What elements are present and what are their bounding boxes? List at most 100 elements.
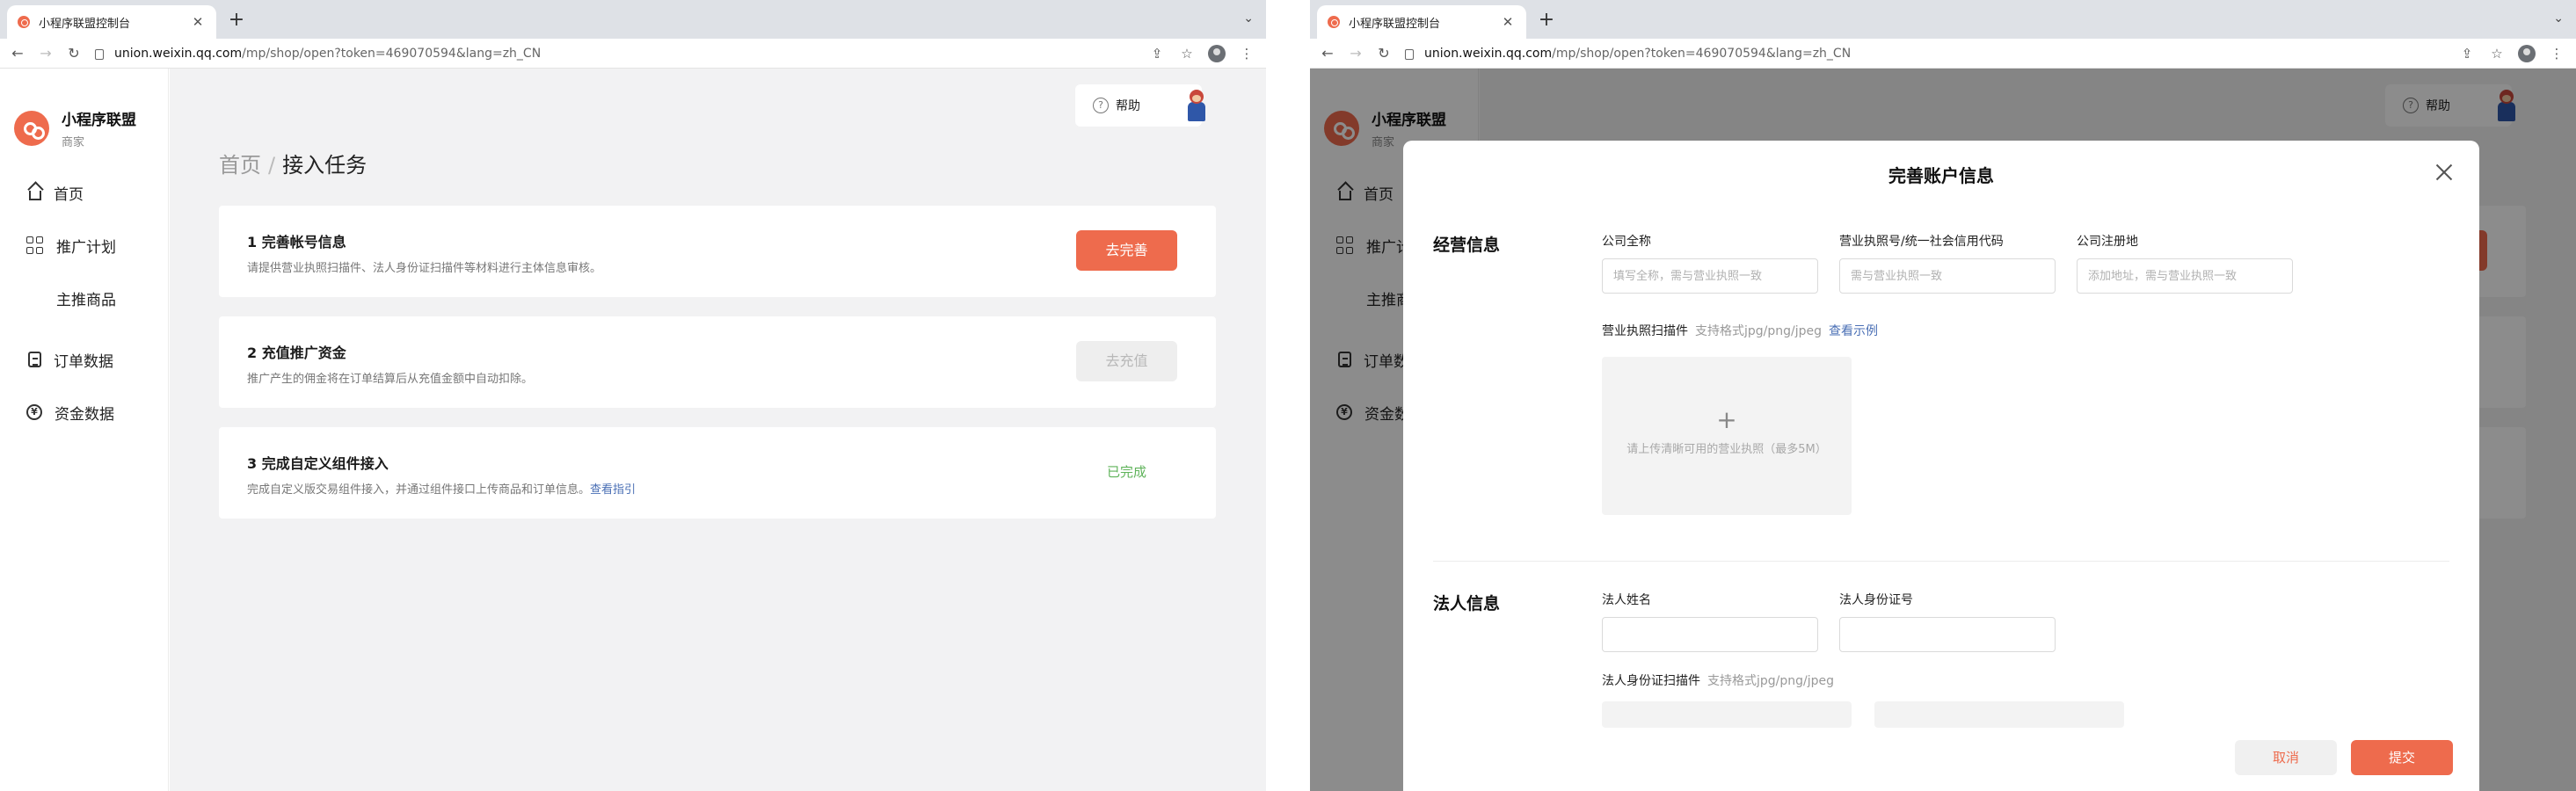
- url-host: union.weixin.qq.com: [114, 46, 243, 61]
- bookmark-star-icon[interactable]: ☆: [1178, 46, 1196, 62]
- back-icon[interactable]: ←: [7, 43, 28, 64]
- tab-search-icon[interactable]: ⌄: [2553, 11, 2564, 25]
- account-info-modal: 完善账户信息 经营信息 公司全称 营业执照号/统一社会信用代码 公司注册地 营业…: [1403, 141, 2479, 791]
- reload-icon[interactable]: ↻: [63, 43, 84, 64]
- breadcrumb-home[interactable]: 首页: [219, 153, 261, 178]
- license-number-label: 营业执照号/统一社会信用代码: [1839, 235, 2004, 249]
- legal-section-title: 法人信息: [1433, 594, 1501, 613]
- legal-id-field[interactable]: [1839, 617, 2056, 652]
- sidebar-item-orders[interactable]: 订单数据: [0, 346, 113, 373]
- breadcrumb-separator: /: [268, 153, 276, 178]
- sidebar-item-label: 订单数据: [54, 352, 113, 371]
- more-menu-icon[interactable]: ⋮: [1238, 46, 1255, 62]
- sidebar-item-promotion[interactable]: 推广计划: [0, 232, 116, 258]
- task-card: 1 完善帐号信息 请提供营业执照扫描件、法人身份证扫描件等材料进行主体信息审核。…: [219, 206, 1216, 297]
- new-tab-button[interactable]: +: [1535, 9, 1558, 32]
- business-section-title: 经营信息: [1433, 236, 1501, 255]
- task-title: 2 充值推广资金: [247, 345, 346, 361]
- complete-account-button[interactable]: 去完善: [1076, 230, 1177, 271]
- back-icon[interactable]: ←: [1317, 43, 1338, 64]
- reload-icon[interactable]: ↻: [1373, 43, 1394, 64]
- tab-close-icon[interactable]: ✕: [190, 14, 206, 30]
- tab-search-icon[interactable]: ⌄: [1243, 11, 1254, 25]
- sidebar-item-home[interactable]: 首页: [0, 179, 84, 206]
- task-description-text: 完成自定义版交易组件接入，并通过组件接口上传商品和订单信息。: [247, 483, 591, 497]
- sidebar-item-funds[interactable]: ¥ 资金数据: [0, 399, 114, 425]
- section-divider: [1433, 561, 2449, 562]
- sidebar-item-featured-products[interactable]: 主推商品: [0, 285, 116, 311]
- license-scan-label: 营业执照扫描件 支持格式jpg/png/jpeg 查看示例: [1602, 322, 1878, 339]
- browser-tab[interactable]: 小程序联盟控制台 ✕: [1317, 5, 1526, 39]
- task-description: 完成自定义版交易组件接入，并通过组件接口上传商品和订单信息。查看指引: [247, 480, 636, 497]
- address-bar: ← → ↻ union.weixin.qq.com/mp/shop/open?t…: [1310, 39, 2576, 69]
- task-description: 推广产生的佣金将在订单结算后从充值金额中自动扣除。: [247, 373, 534, 386]
- console-window-with-modal: 小程序联盟控制台 ✕ + ⌄ ← → ↻ union.weixin.qq.com…: [1310, 0, 2576, 791]
- cancel-button[interactable]: 取消: [2235, 740, 2337, 775]
- bookmark-star-icon[interactable]: ☆: [2488, 46, 2506, 62]
- legal-name-field[interactable]: [1602, 617, 1818, 652]
- view-guide-link[interactable]: 查看指引: [590, 483, 636, 497]
- task-description: 请提供营业执照扫描件、法人身份证扫描件等材料进行主体信息审核。: [247, 262, 602, 275]
- brand: 小程序联盟 商家: [14, 107, 136, 149]
- url-field[interactable]: union.weixin.qq.com/mp/shop/open?token=4…: [95, 47, 1148, 61]
- registered-address-field[interactable]: [2077, 258, 2293, 294]
- url-host: union.weixin.qq.com: [1424, 46, 1553, 61]
- tab-close-icon[interactable]: ✕: [1500, 14, 1516, 30]
- sidebar-item-label: 推广计划: [56, 238, 116, 257]
- url-path: /mp/shop/open?token=469070594&lang=zh_CN: [242, 46, 542, 61]
- browser-tab[interactable]: 小程序联盟控制台 ✕: [7, 5, 216, 39]
- favicon-icon: [18, 16, 30, 28]
- browser-tabbar: 小程序联盟控制台 ✕ + ⌄: [0, 0, 1266, 39]
- share-icon[interactable]: ⇪: [1148, 46, 1166, 62]
- id-front-upload-area[interactable]: [1602, 701, 1852, 728]
- registered-address-label: 公司注册地: [2077, 235, 2138, 249]
- license-scan-label-text: 营业执照扫描件: [1602, 324, 1688, 338]
- sidebar-item-label: 资金数据: [55, 405, 114, 424]
- browser-tabbar: 小程序联盟控制台 ✕ + ⌄: [1310, 0, 2576, 39]
- url-field[interactable]: union.weixin.qq.com/mp/shop/open?token=4…: [1405, 47, 2458, 61]
- view-example-link[interactable]: 查看示例: [1829, 324, 1878, 338]
- sidebar-item-label: 首页: [54, 185, 84, 204]
- license-number-field[interactable]: [1839, 258, 2056, 294]
- task-card: 3 完成自定义组件接入 完成自定义版交易组件接入，并通过组件接口上传商品和订单信…: [219, 427, 1216, 519]
- console-window: 小程序联盟控制台 ✕ + ⌄ ← → ↻ union.weixin.qq.com…: [0, 0, 1266, 791]
- plus-icon: +: [1716, 405, 1737, 434]
- grid-icon: [26, 236, 44, 254]
- help-label: 帮助: [1116, 99, 1140, 113]
- tab-title: 小程序联盟控制台: [1349, 17, 1441, 31]
- company-name-field[interactable]: [1602, 258, 1818, 294]
- avatar[interactable]: [1184, 88, 1209, 123]
- license-upload-area[interactable]: + 请上传清晰可用的营业执照（最多5M）: [1602, 357, 1852, 515]
- profile-icon[interactable]: [1208, 44, 1226, 62]
- help-button[interactable]: ? 帮助: [1075, 84, 1205, 127]
- license-scan-format-hint: 支持格式jpg/png/jpeg: [1695, 324, 1823, 338]
- sidebar-item-label: 主推商品: [56, 291, 116, 309]
- brand-logo-icon: [14, 111, 49, 146]
- id-scan-label-text: 法人身份证扫描件: [1602, 674, 1700, 688]
- more-menu-icon[interactable]: ⋮: [2548, 46, 2565, 62]
- recharge-button[interactable]: 去充值: [1076, 341, 1177, 381]
- new-tab-button[interactable]: +: [225, 9, 248, 32]
- tab-title: 小程序联盟控制台: [39, 17, 131, 31]
- page-title: 接入任务: [282, 153, 367, 178]
- profile-icon[interactable]: [2518, 44, 2536, 62]
- legal-name-label: 法人姓名: [1602, 593, 1651, 607]
- sidebar: 小程序联盟 商家 首页 推广计划 主推商品 订单数据 ¥ 资金数据: [0, 69, 169, 791]
- breadcrumb: 首页 / 接入任务: [219, 148, 367, 178]
- clipboard-icon: [28, 352, 41, 367]
- main-content: ? 帮助 首页 / 接入任务 1 完善帐号信息 请提供营业执照扫描件、法人身份证扫描…: [170, 69, 1266, 791]
- lock-icon: [95, 48, 104, 60]
- favicon-icon: [1328, 16, 1340, 28]
- id-back-upload-area[interactable]: [1874, 701, 2124, 728]
- close-icon[interactable]: [2434, 162, 2455, 183]
- share-icon[interactable]: ⇪: [2458, 46, 2476, 62]
- yen-icon: ¥: [26, 404, 42, 420]
- forward-icon[interactable]: →: [35, 43, 56, 64]
- brand-subtitle: 商家: [62, 136, 85, 149]
- submit-button[interactable]: 提交: [2351, 740, 2453, 775]
- forward-icon[interactable]: →: [1345, 43, 1366, 64]
- id-scan-format-hint: 支持格式jpg/png/jpeg: [1707, 674, 1835, 688]
- lock-icon: [1405, 48, 1414, 60]
- upload-hint: 请上传清晰可用的营业执照（最多5M）: [1626, 443, 1827, 456]
- id-scan-label: 法人身份证扫描件 支持格式jpg/png/jpeg: [1602, 671, 1834, 689]
